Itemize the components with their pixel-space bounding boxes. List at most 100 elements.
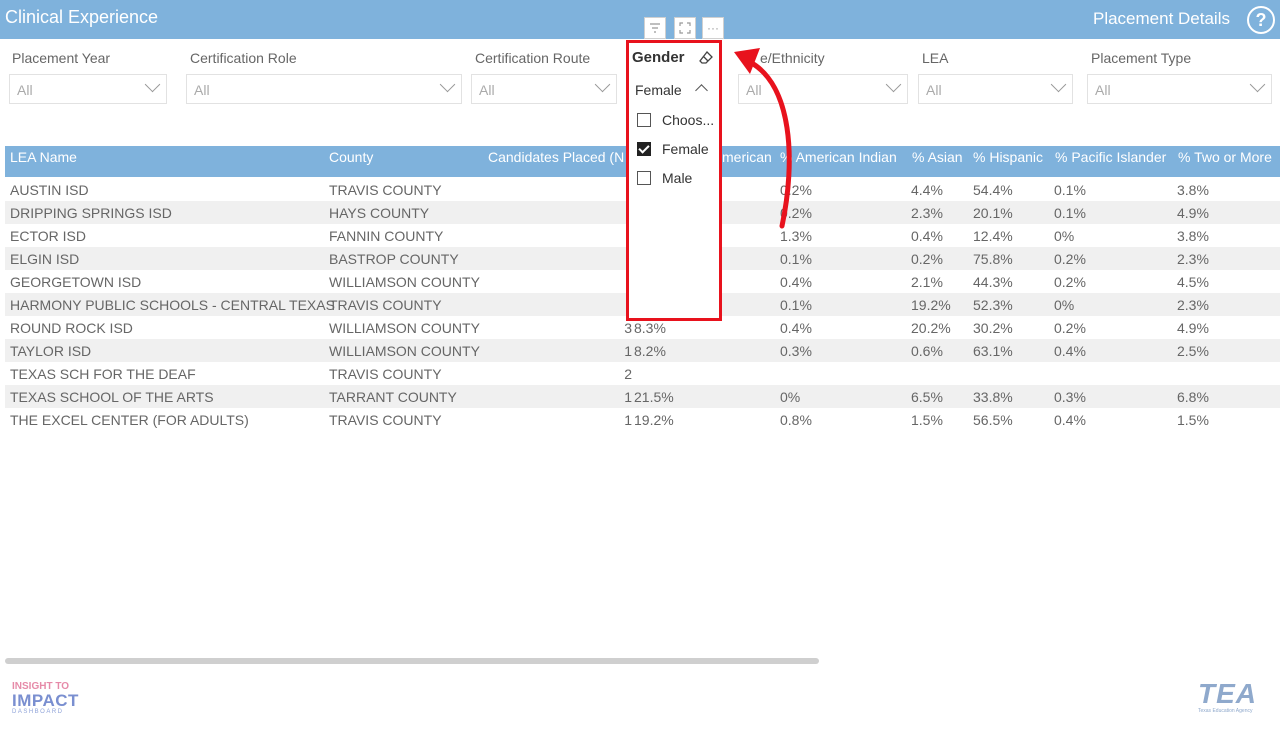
table-cell: 0.4%: [780, 320, 812, 336]
table-cell: 0.1%: [780, 251, 812, 267]
dropdown-value: All: [926, 82, 942, 98]
table-cell: TAYLOR ISD: [10, 343, 92, 359]
clear-selections-eraser-icon[interactable]: [698, 50, 714, 66]
tea-logo-mark: TEA: [1198, 678, 1257, 709]
table-cell: 0.3%: [780, 343, 812, 359]
checkbox[interactable]: [637, 113, 651, 127]
table-cell: 12.4%: [973, 228, 1013, 244]
table-cell: TRAVIS COUNTY: [329, 366, 442, 382]
table-cell: 52.3%: [973, 297, 1013, 313]
table-cell: 75.8%: [973, 251, 1013, 267]
certification-role-dropdown[interactable]: All: [186, 74, 462, 104]
table-cell: 1: [624, 343, 632, 359]
option-label: Female: [662, 141, 709, 157]
chevron-down-icon: [144, 76, 161, 93]
column-header-hispanic[interactable]: % Hispanic: [973, 149, 1051, 165]
table-cell: 1: [624, 412, 632, 428]
table-cell: 4.5%: [1177, 274, 1209, 290]
option-label: Choos...: [662, 112, 715, 128]
lea-dropdown[interactable]: All: [918, 74, 1073, 104]
checkbox[interactable]: [637, 171, 651, 185]
table-cell: 19.2%: [911, 297, 951, 313]
table-cell: 2.3%: [1177, 297, 1209, 313]
table-cell: TEXAS SCHOOL OF THE ARTS: [10, 389, 214, 405]
dropdown-value: All: [479, 82, 495, 98]
table-cell: FANNIN COUNTY: [329, 228, 444, 244]
filter-label-placement-type: Placement Type: [1091, 50, 1192, 66]
annotation-arrow: [734, 48, 792, 229]
table-cell: GEORGETOWN ISD: [10, 274, 142, 290]
focus-mode-icon[interactable]: [674, 17, 696, 39]
table-cell: HARMONY PUBLIC SCHOOLS - CENTRAL TEXAS: [10, 297, 335, 313]
table-cell: HAYS COUNTY: [329, 205, 430, 221]
chevron-down-icon: [439, 76, 456, 93]
table-cell: 0.2%: [1054, 251, 1086, 267]
help-icon[interactable]: ?: [1247, 6, 1275, 34]
table-cell: 0.4%: [1054, 412, 1086, 428]
table-cell: 0.2%: [911, 251, 943, 267]
table-cell: 54.4%: [973, 182, 1013, 198]
filter-icon[interactable]: [644, 17, 666, 39]
placement-type-dropdown[interactable]: All: [1087, 74, 1272, 104]
table-cell: 20.2%: [911, 320, 951, 336]
table-cell: 4.9%: [1177, 205, 1209, 221]
dropdown-value: All: [17, 82, 33, 98]
table-cell: 1: [624, 389, 632, 405]
column-header-pacific-islander[interactable]: % Pacific Islander: [1055, 149, 1171, 165]
chevron-down-icon: [1249, 76, 1266, 93]
tea-logo-subtitle: Texas Education Agency: [1198, 708, 1253, 714]
table-row[interactable]: TEXAS SCHOOL OF THE ARTS TARRANT COUNTY 1 2…: [5, 385, 1280, 408]
chevron-down-icon: [1050, 76, 1067, 93]
report-header: [0, 0, 1280, 39]
table-row[interactable]: TAYLOR ISD WILLIAMSON COUNTY 1 8.2% 0.3% 0.6%…: [5, 339, 1280, 362]
table-cell: 0%: [780, 389, 801, 405]
table-cell: 30.2%: [973, 320, 1013, 336]
table-cell: AUSTIN ISD: [10, 182, 89, 198]
table-cell: 3.8%: [1177, 228, 1209, 244]
table-cell: 56.5%: [973, 412, 1013, 428]
insight-to-impact-logo: INSIGHT TO IMPACT DASHBOARD: [12, 682, 84, 716]
table-cell: 2.1%: [911, 274, 943, 290]
table-cell: 21.5%: [634, 389, 674, 405]
table-cell: 4.4%: [911, 182, 943, 198]
table-row[interactable]: THE EXCEL CENTER (FOR ADULTS) TRAVIS COUN…: [5, 408, 1280, 431]
gender-slicer-selected-value[interactable]: Female: [635, 82, 682, 98]
table-cell: TRAVIS COUNTY: [329, 182, 442, 198]
table-cell: 0.1%: [780, 297, 812, 313]
table-cell: 63.1%: [973, 343, 1013, 359]
table-cell: 0%: [1054, 228, 1075, 244]
table-cell: ELGIN ISD: [10, 251, 80, 267]
column-header-asian[interactable]: % Asian: [912, 149, 970, 165]
table-cell: 0.6%: [911, 343, 943, 359]
table-cell: TRAVIS COUNTY: [329, 412, 442, 428]
certification-route-dropdown[interactable]: All: [471, 74, 617, 104]
table-cell: ROUND ROCK ISD: [10, 320, 133, 336]
table-cell: 44.3%: [973, 274, 1013, 290]
dropdown-value: All: [194, 82, 210, 98]
column-header-lea-name[interactable]: LEA Name: [10, 149, 320, 165]
filter-label-certification-route: Certification Route: [475, 50, 591, 66]
table-cell: TRAVIS COUNTY: [329, 297, 442, 313]
placement-year-dropdown[interactable]: All: [9, 74, 167, 104]
column-header-two-or-more[interactable]: % Two or More: [1178, 149, 1280, 165]
checkbox-checked[interactable]: [637, 142, 651, 156]
table-cell: 6.8%: [1177, 389, 1209, 405]
column-header-candidates-placed[interactable]: Candidates Placed (N: [488, 149, 628, 165]
table-row[interactable]: TEXAS SCH FOR THE DEAF TRAVIS COUNTY 2: [5, 362, 1280, 385]
option-label: Male: [662, 170, 693, 186]
table-cell: 19.2%: [634, 412, 674, 428]
table-cell: 2.3%: [1177, 251, 1209, 267]
table-cell: 33.8%: [973, 389, 1013, 405]
table-cell: 0.3%: [1054, 389, 1086, 405]
table-cell: TARRANT COUNTY: [329, 389, 457, 405]
page-title: Placement Details: [1092, 9, 1230, 28]
table-cell: ECTOR ISD: [10, 228, 86, 244]
table-cell: 3: [624, 320, 632, 336]
column-header-county[interactable]: County: [329, 149, 479, 165]
table-cell: WILLIAMSON COUNTY: [329, 343, 480, 359]
table-cell: THE EXCEL CENTER (FOR ADULTS): [10, 412, 249, 428]
table-cell: 2.5%: [1177, 343, 1209, 359]
table-cell: 2: [624, 366, 632, 382]
more-options-icon[interactable]: ···: [702, 17, 724, 39]
horizontal-scrollbar[interactable]: [5, 658, 819, 664]
